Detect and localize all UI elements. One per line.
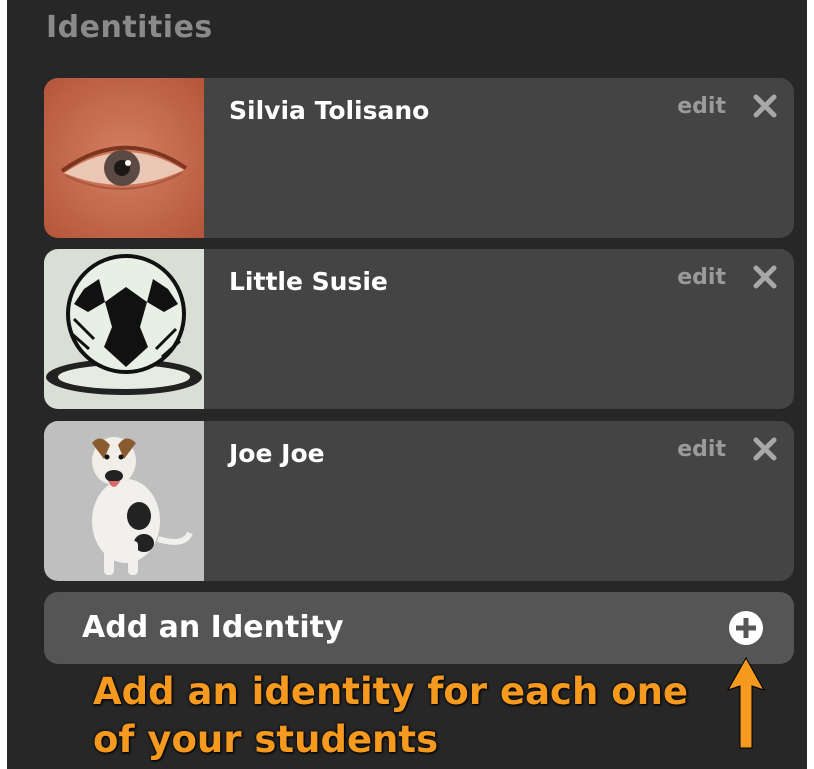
identities-panel: Identities Silvia Tolisano edit Little S… — [7, 0, 807, 769]
edit-button[interactable]: edit — [677, 265, 726, 290]
plus-circle-icon[interactable] — [728, 610, 764, 646]
edit-button[interactable]: edit — [677, 437, 726, 462]
identity-name: Joe Joe — [229, 439, 325, 468]
add-identity-label: Add an Identity — [82, 610, 344, 645]
identity-card: Little Susie edit — [44, 249, 794, 409]
identity-card: Joe Joe edit — [44, 421, 794, 581]
annotation-line-1: Add an identity for each one — [93, 670, 689, 713]
identity-card: Silvia Tolisano edit — [44, 78, 794, 238]
close-icon[interactable] — [751, 92, 779, 120]
close-icon[interactable] — [751, 263, 779, 291]
identity-avatar — [44, 249, 204, 409]
annotation-line-2: of your students — [93, 718, 439, 761]
close-icon[interactable] — [751, 435, 779, 463]
add-identity-button[interactable]: Add an Identity — [44, 592, 794, 664]
identity-name: Little Susie — [229, 267, 388, 296]
edit-button[interactable]: edit — [677, 94, 726, 119]
identity-name: Silvia Tolisano — [229, 96, 430, 125]
section-title: Identities — [46, 10, 213, 45]
identity-avatar — [44, 421, 204, 581]
annotation-text: Add an identity for each one of your stu… — [93, 668, 733, 764]
arrow-up-icon — [724, 656, 768, 750]
identity-avatar — [44, 78, 204, 238]
